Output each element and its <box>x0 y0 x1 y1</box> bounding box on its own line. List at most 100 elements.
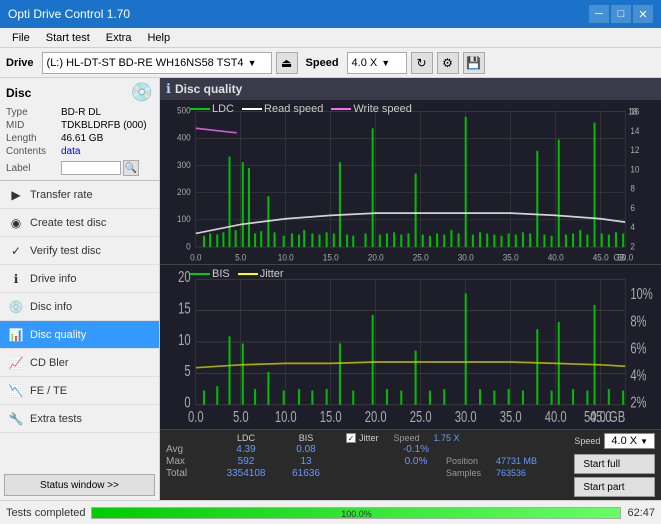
legend-ldc: LDC <box>190 103 234 115</box>
sidebar-item-cd-bler[interactable]: 📈 CD Bler <box>0 349 159 377</box>
minimize-button[interactable]: ─ <box>589 5 609 23</box>
extra-tests-icon: 🔧 <box>8 411 24 427</box>
legend-write-speed-label: Write speed <box>353 103 412 115</box>
legend-bis-label: BIS <box>212 268 230 280</box>
refresh-button[interactable]: ↻ <box>411 52 433 74</box>
svg-text:40.0: 40.0 <box>548 252 564 262</box>
menu-file[interactable]: File <box>4 30 38 46</box>
save-button[interactable]: 💾 <box>463 52 485 74</box>
drive-label: Drive <box>6 57 34 69</box>
create-test-disc-icon: ◉ <box>8 215 24 231</box>
menu-help[interactable]: Help <box>139 30 178 46</box>
disc-length-label: Length <box>6 133 61 144</box>
stats-avg-ldc: 4.39 <box>216 444 276 455</box>
jitter-checkbox[interactable]: ✓ <box>346 433 356 443</box>
sidebar-item-fe-te[interactable]: 📉 FE / TE <box>0 377 159 405</box>
legend-read-speed-label: Read speed <box>264 103 323 115</box>
disc-label-button[interactable]: 🔍 <box>123 160 139 176</box>
legend-jitter-label: Jitter <box>260 268 284 280</box>
legend-read-speed-color <box>242 108 262 110</box>
disc-contents-label: Contents <box>6 146 61 157</box>
svg-text:35.0: 35.0 <box>503 252 519 262</box>
speed-selector[interactable]: 4.0 X ▼ <box>347 52 407 74</box>
svg-text:45.0: 45.0 <box>593 252 609 262</box>
sidebar-item-disc-quality[interactable]: 📊 Disc quality <box>0 321 159 349</box>
disc-title: Disc <box>6 86 31 100</box>
sidebar-item-transfer-rate[interactable]: ▶ Transfer rate <box>0 181 159 209</box>
ldc-chart-container: LDC Read speed Write speed <box>160 100 661 265</box>
transfer-rate-icon: ▶ <box>8 187 24 203</box>
stats-total-bis: 61636 <box>276 468 336 479</box>
svg-text:0.0: 0.0 <box>190 252 202 262</box>
svg-text:400: 400 <box>177 132 191 142</box>
disc-quality-header-icon: ℹ <box>166 81 171 97</box>
disc-icon: 💿 <box>131 82 153 103</box>
svg-text:100: 100 <box>177 214 191 224</box>
sidebar-item-create-test-disc[interactable]: ◉ Create test disc <box>0 209 159 237</box>
menu-start-test[interactable]: Start test <box>38 30 98 46</box>
svg-text:15: 15 <box>178 300 190 317</box>
sidebar-item-label-fe-te: FE / TE <box>30 385 67 397</box>
statusbar: Tests completed 100.0% 62:47 <box>0 500 661 524</box>
stats-speed-label: Speed <box>387 433 427 443</box>
menu-extra[interactable]: Extra <box>98 30 140 46</box>
window-controls: ─ □ ✕ <box>589 5 653 23</box>
svg-text:10%: 10% <box>630 285 652 302</box>
disc-quality-header: ℹ Disc quality <box>160 78 661 100</box>
sidebar-item-label-verify-test: Verify test disc <box>30 245 101 257</box>
disc-info-icon: 💿 <box>8 299 24 315</box>
right-content: ℹ Disc quality LDC Read speed <box>160 78 661 500</box>
sidebar: Disc 💿 Type BD-R DL MID TDKBLDRFB (000) … <box>0 78 160 500</box>
svg-text:200: 200 <box>177 187 191 197</box>
stats-avg-label: Avg <box>166 444 216 455</box>
sidebar-item-verify-test-disc[interactable]: ✓ Verify test disc <box>0 237 159 265</box>
speed-dropdown-arrow: ▼ <box>381 58 390 68</box>
stats-samples-val: 763536 <box>496 468 561 479</box>
close-button[interactable]: ✕ <box>633 5 653 23</box>
eject-button[interactable]: ⏏ <box>276 52 298 74</box>
stats-table: LDC BIS ✓ Jitter Speed 1.75 X Avg 4.39 <box>166 433 568 479</box>
stats-total-label: Total <box>166 468 216 479</box>
maximize-button[interactable]: □ <box>611 5 631 23</box>
svg-text:50.0 GB: 50.0 GB <box>584 408 625 425</box>
stats-avg-jitter: -0.1% <box>386 444 446 455</box>
svg-text:2: 2 <box>630 241 635 251</box>
stats-jitter-header: ✓ Jitter <box>346 433 379 443</box>
drive-selector[interactable]: (L:) HL-DT-ST BD-RE WH16NS58 TST4 ▼ <box>42 52 272 74</box>
disc-contents-value: data <box>61 146 80 157</box>
disc-quality-icon: 📊 <box>8 327 24 343</box>
sidebar-item-label-transfer-rate: Transfer rate <box>30 189 93 201</box>
disc-label-input[interactable] <box>61 161 121 175</box>
svg-text:15.0: 15.0 <box>323 252 339 262</box>
legend-bis: BIS <box>190 268 230 280</box>
speed-value: 4.0 X <box>352 57 378 69</box>
progress-bar: 100.0% <box>91 507 621 519</box>
status-window-button[interactable]: Status window >> <box>4 474 155 496</box>
svg-text:5.0: 5.0 <box>235 252 247 262</box>
sidebar-item-disc-info[interactable]: 💿 Disc info <box>0 293 159 321</box>
sidebar-item-extra-tests[interactable]: 🔧 Extra tests <box>0 405 159 433</box>
sidebar-item-drive-info[interactable]: ℹ Drive info <box>0 265 159 293</box>
legend-write-speed: Write speed <box>331 103 412 115</box>
disc-type-label: Type <box>6 107 61 118</box>
disc-label-row: Label 🔍 <box>6 160 153 176</box>
stats-total-row: Total 3354108 61636 Samples 763536 <box>166 468 568 479</box>
svg-text:500: 500 <box>177 105 191 115</box>
speed-dropdown[interactable]: 4.0 X ▼ <box>604 433 655 449</box>
start-part-button[interactable]: Start part <box>574 477 655 497</box>
drive-info-icon: ℹ <box>8 271 24 287</box>
disc-quality-title: Disc quality <box>175 82 242 96</box>
start-full-button[interactable]: Start full <box>574 454 655 474</box>
stats-max-ldc: 592 <box>216 456 276 467</box>
bis-chart-svg: 0 5 10 15 20 2% 4% 6% 8% 10% 0.0 5.0 10.… <box>160 265 661 429</box>
stats-total-ldc: 3354108 <box>216 468 276 479</box>
disc-length-row: Length 46.61 GB <box>6 133 153 144</box>
svg-text:10.0: 10.0 <box>275 408 297 425</box>
stats-max-jitter: 0.0% <box>386 456 446 467</box>
disc-contents-row: Contents data <box>6 146 153 157</box>
drive-dropdown-arrow: ▼ <box>248 58 257 68</box>
svg-text:300: 300 <box>177 159 191 169</box>
settings-button[interactable]: ⚙ <box>437 52 459 74</box>
legend-jitter: Jitter <box>238 268 284 280</box>
disc-panel: Disc 💿 Type BD-R DL MID TDKBLDRFB (000) … <box>0 78 159 181</box>
